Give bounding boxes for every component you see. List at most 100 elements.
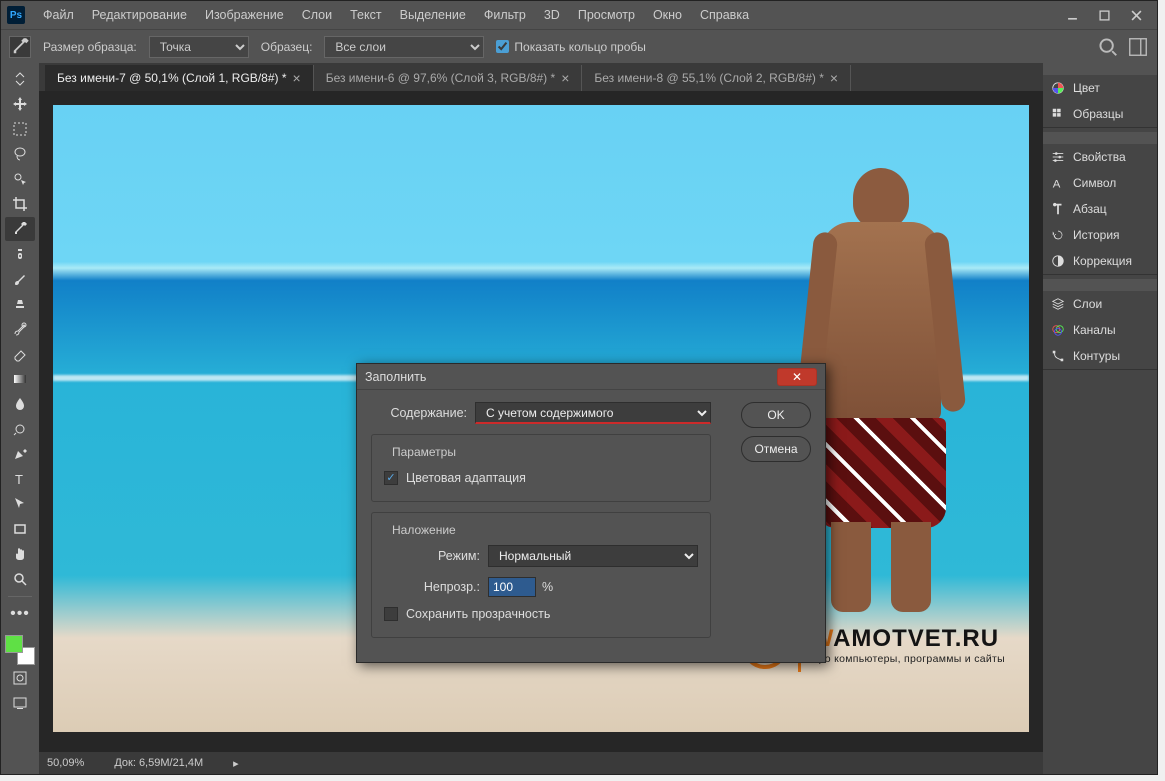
tab-label: Без имени-8 @ 55,1% (Слой 2, RGB/8#) *	[594, 71, 824, 85]
lasso-tool[interactable]	[5, 142, 35, 166]
clone-stamp-tool[interactable]	[5, 292, 35, 316]
menu-filter[interactable]: Фильтр	[476, 4, 534, 26]
content-label: Содержание:	[371, 406, 467, 420]
menu-image[interactable]: Изображение	[197, 4, 292, 26]
tab-close-icon[interactable]: ×	[561, 70, 569, 86]
show-ring-label: Показать кольцо пробы	[514, 40, 645, 54]
opacity-input[interactable]	[488, 577, 536, 597]
eraser-tool[interactable]	[5, 342, 35, 366]
status-zoom[interactable]: 50,09%	[47, 757, 84, 769]
content-select[interactable]: С учетом содержимого	[475, 402, 711, 424]
marquee-tool[interactable]	[5, 117, 35, 141]
window-minimize[interactable]	[1057, 5, 1087, 25]
search-icon[interactable]	[1097, 36, 1119, 58]
window-maximize[interactable]	[1089, 5, 1119, 25]
panel-properties[interactable]: Свойства	[1043, 144, 1157, 170]
gradient-tool[interactable]	[5, 367, 35, 391]
panel-dock: Цвет Образцы Свойства AСимвол Абзац Исто…	[1043, 63, 1157, 774]
hand-tool[interactable]	[5, 542, 35, 566]
dialog-close-button[interactable]: ✕	[777, 368, 817, 386]
ok-button[interactable]: OK	[741, 402, 811, 428]
paths-icon	[1051, 349, 1065, 363]
foreground-swatch[interactable]	[5, 635, 23, 653]
mode-label: Режим:	[384, 549, 480, 563]
menu-select[interactable]: Выделение	[392, 4, 474, 26]
preserve-row[interactable]: Сохранить прозрачность	[384, 607, 698, 621]
channels-icon	[1051, 323, 1065, 337]
rectangle-tool[interactable]	[5, 517, 35, 541]
panel-adjustments[interactable]: Коррекция	[1043, 248, 1157, 274]
tab-close-icon[interactable]: ×	[830, 70, 838, 86]
sliders-icon	[1051, 150, 1065, 164]
crop-tool[interactable]	[5, 192, 35, 216]
layers-icon	[1051, 297, 1065, 311]
zoom-tool[interactable]	[5, 567, 35, 591]
edit-toolbar-icon[interactable]: •••	[5, 602, 35, 626]
color-swatches[interactable]	[5, 635, 35, 665]
tool-preset-picker[interactable]	[9, 36, 31, 58]
eyedropper-icon	[10, 37, 30, 57]
cancel-button[interactable]: Отмена	[741, 436, 811, 462]
blur-tool[interactable]	[5, 392, 35, 416]
sample-select[interactable]: Все слои	[324, 36, 484, 58]
dialog-titlebar[interactable]: Заполнить ✕	[357, 364, 825, 390]
path-select-tool[interactable]	[5, 492, 35, 516]
window-close[interactable]	[1121, 5, 1151, 25]
character-icon: A	[1051, 176, 1065, 190]
panel-paths[interactable]: Контуры	[1043, 343, 1157, 369]
tab-doc-2[interactable]: Без имени-6 @ 97,6% (Слой 3, RGB/8#) * ×	[314, 65, 583, 91]
screen-mode-tool[interactable]	[5, 691, 35, 715]
menu-3d[interactable]: 3D	[536, 4, 568, 26]
menu-layer[interactable]: Слои	[294, 4, 340, 26]
blending-label: Наложение	[388, 523, 460, 537]
app-logo: Ps	[7, 6, 25, 24]
params-fieldset: Параметры Цветовая адаптация	[371, 434, 711, 502]
healing-brush-tool[interactable]	[5, 242, 35, 266]
preserve-label: Сохранить прозрачность	[406, 607, 550, 621]
move-tool[interactable]	[5, 92, 35, 116]
quick-select-tool[interactable]	[5, 167, 35, 191]
paragraph-icon	[1051, 202, 1065, 216]
panel-paragraph[interactable]: Абзац	[1043, 196, 1157, 222]
panel-channels[interactable]: Каналы	[1043, 317, 1157, 343]
tab-doc-3[interactable]: Без имени-8 @ 55,1% (Слой 2, RGB/8#) * ×	[582, 65, 851, 91]
mode-select[interactable]: Нормальный	[488, 545, 698, 567]
dodge-tool[interactable]	[5, 417, 35, 441]
panel-history[interactable]: История	[1043, 222, 1157, 248]
tab-close-icon[interactable]: ×	[293, 70, 301, 86]
eyedropper-tool[interactable]	[5, 217, 35, 241]
panel-color[interactable]: Цвет	[1043, 75, 1157, 101]
color-adapt-checkbox[interactable]	[384, 471, 398, 485]
opacity-label: Непрозр.:	[384, 580, 480, 594]
workspace-switcher-icon[interactable]	[1127, 36, 1149, 58]
watermark-subtitle: Про компьютеры, программы и сайты	[811, 653, 1005, 665]
panel-character[interactable]: AСимвол	[1043, 170, 1157, 196]
preserve-checkbox[interactable]	[384, 607, 398, 621]
sample-size-select[interactable]: Точка	[149, 36, 249, 58]
status-chevron-icon[interactable]: ▸	[233, 757, 239, 770]
tab-label: Без имени-7 @ 50,1% (Слой 1, RGB/8#) *	[57, 71, 287, 85]
arrange-tools-icon[interactable]	[5, 67, 35, 91]
menu-view[interactable]: Просмотр	[570, 4, 643, 26]
show-ring-checkbox-wrap[interactable]: Показать кольцо пробы	[496, 40, 645, 54]
menu-type[interactable]: Текст	[342, 4, 389, 26]
history-brush-tool[interactable]	[5, 317, 35, 341]
quick-mask-tool[interactable]	[5, 666, 35, 690]
sample-label: Образец:	[261, 40, 313, 54]
panel-swatches[interactable]: Образцы	[1043, 101, 1157, 127]
options-bar: Размер образца: Точка Образец: Все слои …	[1, 29, 1157, 63]
tab-doc-1[interactable]: Без имени-7 @ 50,1% (Слой 1, RGB/8#) * ×	[45, 65, 314, 91]
show-ring-checkbox[interactable]	[496, 40, 509, 53]
type-tool[interactable]: T	[5, 467, 35, 491]
menu-window[interactable]: Окно	[645, 4, 690, 26]
menu-help[interactable]: Справка	[692, 4, 757, 26]
menu-edit[interactable]: Редактирование	[84, 4, 195, 26]
tab-label: Без имени-6 @ 97,6% (Слой 3, RGB/8#) *	[326, 71, 556, 85]
color-adapt-row[interactable]: Цветовая адаптация	[384, 471, 698, 485]
brush-tool[interactable]	[5, 267, 35, 291]
menu-file[interactable]: Файл	[35, 4, 82, 26]
panel-layers[interactable]: Слои	[1043, 291, 1157, 317]
adjustments-icon	[1051, 254, 1065, 268]
status-doc-label: Док:	[114, 757, 136, 769]
pen-tool[interactable]	[5, 442, 35, 466]
